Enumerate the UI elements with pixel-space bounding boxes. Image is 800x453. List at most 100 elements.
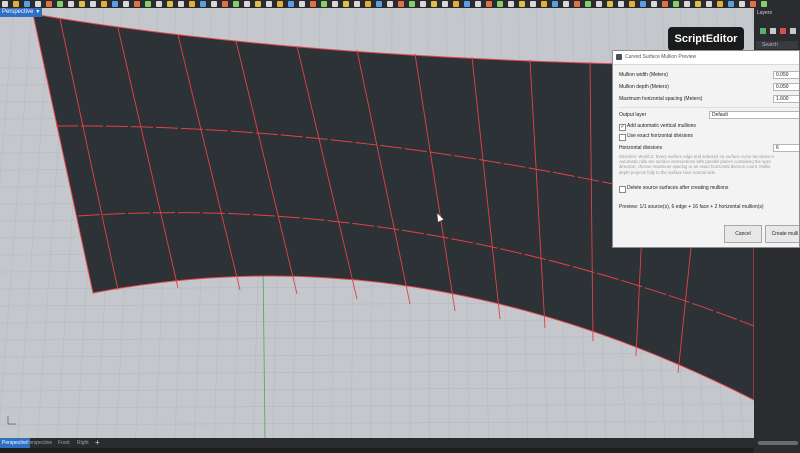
- layer-search-input[interactable]: Search: [756, 41, 798, 49]
- toolbar-icon[interactable]: [2, 1, 8, 7]
- layer-option-icon[interactable]: [770, 28, 776, 34]
- toolbar-icon[interactable]: [607, 1, 613, 7]
- toolbar-icon[interactable]: [684, 1, 690, 7]
- horizontal-divisions-input[interactable]: 6: [773, 144, 799, 152]
- toolbar-icon[interactable]: [123, 1, 129, 7]
- toolbar-icon[interactable]: [145, 1, 151, 7]
- toolbar-icon[interactable]: [574, 1, 580, 7]
- toolbar-icon[interactable]: [321, 1, 327, 7]
- toolbar-icon[interactable]: [761, 1, 767, 7]
- toolbar-icon[interactable]: [299, 1, 305, 7]
- toolbar-icon[interactable]: [310, 1, 316, 7]
- toolbar-icon[interactable]: [629, 1, 635, 7]
- toolbar-icon[interactable]: [90, 1, 96, 7]
- toolbar-icon[interactable]: [717, 1, 723, 7]
- toolbar-icon[interactable]: [189, 1, 195, 7]
- mullion-depth-input[interactable]: 0.050: [773, 83, 799, 91]
- grid-line: [0, 420, 754, 426]
- world-z-axis: [262, 257, 266, 438]
- toolbar-icon[interactable]: [134, 1, 140, 7]
- toolbar-icon[interactable]: [706, 1, 712, 7]
- toolbar-icon[interactable]: [288, 1, 294, 7]
- toolbar-icon[interactable]: [585, 1, 591, 7]
- delete-source-checkbox[interactable]: [619, 186, 626, 193]
- toolbar-icon[interactable]: [277, 1, 283, 7]
- grid-line: [0, 403, 754, 409]
- toolbar-icon[interactable]: [167, 1, 173, 7]
- toolbar-icon[interactable]: [596, 1, 602, 7]
- toolbar-icon[interactable]: [530, 1, 536, 7]
- toolbar-icon[interactable]: [442, 1, 448, 7]
- toolbar-icon[interactable]: [255, 1, 261, 7]
- toolbar-icon[interactable]: [618, 1, 624, 7]
- toolbar-icon[interactable]: [46, 1, 52, 7]
- grid-line: [0, 386, 754, 392]
- toolbar-icon[interactable]: [178, 1, 184, 7]
- tab-perspective[interactable]: Perspective: [24, 438, 54, 448]
- create-mullions-button[interactable]: Create mulli: [765, 225, 799, 243]
- toolbar-icon[interactable]: [497, 1, 503, 7]
- toolbar-icon[interactable]: [508, 1, 514, 7]
- toolbar-icon[interactable]: [420, 1, 426, 7]
- toolbar-icon[interactable]: [79, 1, 85, 7]
- cancel-button[interactable]: Cancel: [724, 225, 762, 243]
- toolbar-icon[interactable]: [156, 1, 162, 7]
- toolbar-icon[interactable]: [519, 1, 525, 7]
- toolbar-icon[interactable]: [244, 1, 250, 7]
- mullion-width-input[interactable]: 0.050: [773, 71, 799, 79]
- toolbar-icon[interactable]: [541, 1, 547, 7]
- vertical-mullions-checkbox[interactable]: ✓: [619, 124, 626, 131]
- toolbar-icon[interactable]: [112, 1, 118, 7]
- max-spacing-input[interactable]: 1.600: [773, 95, 799, 103]
- delete-layer-icon[interactable]: [780, 28, 786, 34]
- toolbar-icon[interactable]: [453, 1, 459, 7]
- add-tab-button[interactable]: +: [93, 438, 102, 448]
- tab-right[interactable]: Right: [75, 438, 91, 448]
- toolbar-icon[interactable]: [365, 1, 371, 7]
- toolbar-icon[interactable]: [640, 1, 646, 7]
- dialog-titlebar[interactable]: Curved Surface Mullion Preview: [613, 51, 799, 65]
- toolbar-icon[interactable]: [651, 1, 657, 7]
- toolbar-icon[interactable]: [211, 1, 217, 7]
- toolbar-icon[interactable]: [695, 1, 701, 7]
- output-layer-select[interactable]: Default: [709, 111, 799, 119]
- toolbar-icon[interactable]: [409, 1, 415, 7]
- toolbar-icon[interactable]: [398, 1, 404, 7]
- toolbar-icon[interactable]: [101, 1, 107, 7]
- toolbar-icon[interactable]: [24, 1, 30, 7]
- filter-icon[interactable]: [790, 28, 796, 34]
- panel-scrollbar[interactable]: [758, 441, 798, 445]
- exact-divisions-checkbox[interactable]: [619, 134, 626, 141]
- toolbar-icon[interactable]: [662, 1, 668, 7]
- tab-front[interactable]: Front: [56, 438, 72, 448]
- toolbar-icon[interactable]: [332, 1, 338, 7]
- toolbar-icon[interactable]: [13, 1, 19, 7]
- toolbar-icon[interactable]: [35, 1, 41, 7]
- viewport-label[interactable]: Perspective ▼: [0, 8, 43, 17]
- toolbar-icon[interactable]: [431, 1, 437, 7]
- toolbar-icon[interactable]: [387, 1, 393, 7]
- toolbar-icon[interactable]: [200, 1, 206, 7]
- toolbar-icon[interactable]: [563, 1, 569, 7]
- new-layer-icon[interactable]: [760, 28, 766, 34]
- toolbar-icon[interactable]: [68, 1, 74, 7]
- toolbar-icon[interactable]: [266, 1, 272, 7]
- toolbar-icon[interactable]: [750, 1, 756, 7]
- toolbar-icon[interactable]: [233, 1, 239, 7]
- toolbar-icon[interactable]: [354, 1, 360, 7]
- help-text: Direction: World Z. Every surface edge a…: [619, 154, 799, 175]
- toolbar-icon[interactable]: [475, 1, 481, 7]
- toolbar-icon[interactable]: [739, 1, 745, 7]
- toolbar-icon[interactable]: [728, 1, 734, 7]
- toolbar-icon[interactable]: [57, 1, 63, 7]
- toolbar-icon[interactable]: [343, 1, 349, 7]
- toolbar-icon[interactable]: [222, 1, 228, 7]
- chevron-down-icon[interactable]: ▼: [35, 8, 40, 17]
- toolbar-icon[interactable]: [486, 1, 492, 7]
- script-editor-badge[interactable]: ScriptEditor: [668, 27, 744, 51]
- preview-summary: Preview: 1/1 source(s), 6 edge + 16 face…: [619, 204, 764, 210]
- toolbar-icon[interactable]: [376, 1, 382, 7]
- toolbar-icon[interactable]: [552, 1, 558, 7]
- toolbar-icon[interactable]: [673, 1, 679, 7]
- toolbar-icon[interactable]: [464, 1, 470, 7]
